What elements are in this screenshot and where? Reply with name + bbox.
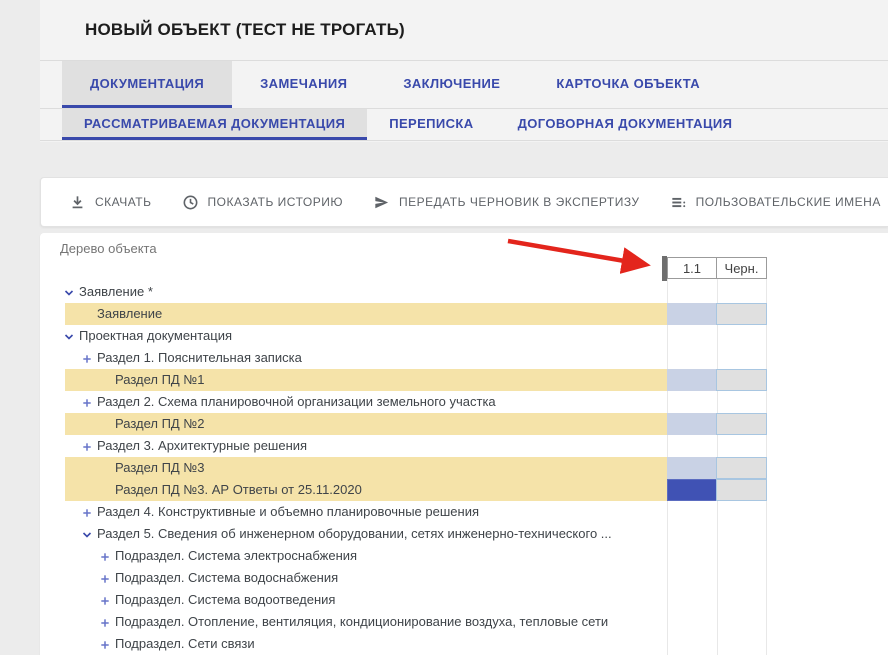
plus-icon[interactable] bbox=[81, 396, 93, 408]
tree-panel: Дерево объекта Заявление *ЗаявлениеПроек… bbox=[40, 233, 888, 655]
tree-row[interactable]: Раздел 1. Пояснительная записка bbox=[40, 347, 888, 369]
column-header[interactable]: Черн. bbox=[716, 257, 767, 279]
toolbar-button-label: ПОЛЬЗОВАТЕЛЬСКИЕ ИМЕНА bbox=[696, 195, 881, 209]
tree-row[interactable]: Заявление bbox=[40, 303, 888, 325]
draft-cell[interactable] bbox=[716, 479, 767, 501]
toolbar-button-label: ПОКАЗАТЬ ИСТОРИЮ bbox=[208, 195, 343, 209]
plus-icon[interactable] bbox=[99, 638, 111, 650]
object-header: НОВЫЙ ОБЪЕКТ (ТЕСТ НЕ ТРОГАТЬ) ДОКУМЕНТА… bbox=[40, 0, 888, 142]
tree-row-label: Подраздел. Система водоснабжения bbox=[115, 567, 338, 589]
send-icon bbox=[373, 194, 390, 211]
submit-draft-button[interactable]: ПЕРЕДАТЬ ЧЕРНОВИК В ЭКСПЕРТИЗУ bbox=[373, 194, 640, 211]
tree-row-label: Раздел 1. Пояснительная записка bbox=[97, 347, 302, 369]
tab-documentation[interactable]: ДОКУМЕНТАЦИЯ bbox=[62, 61, 232, 108]
tree-row-label: Раздел 4. Конструктивные и объемно плани… bbox=[97, 501, 479, 523]
version-cell[interactable] bbox=[667, 369, 717, 391]
tree-row-label: Заявление bbox=[97, 303, 162, 325]
tree-row[interactable]: Подраздел. Система водоснабжения bbox=[40, 567, 888, 589]
tab-contract-documentation[interactable]: ДОГОВОРНАЯ ДОКУМЕНТАЦИЯ bbox=[496, 109, 755, 140]
tree-row[interactable]: Раздел 4. Конструктивные и объемно плани… bbox=[40, 501, 888, 523]
tree-row[interactable]: Раздел 3. Архитектурные решения bbox=[40, 435, 888, 457]
plus-icon[interactable] bbox=[99, 594, 111, 606]
plus-icon[interactable] bbox=[99, 616, 111, 628]
column-header[interactable]: 1.1 bbox=[667, 257, 717, 279]
tree-row[interactable]: Подраздел. Система водоотведения bbox=[40, 589, 888, 611]
plus-icon[interactable] bbox=[99, 550, 111, 562]
tab-object-card[interactable]: КАРТОЧКА ОБЪЕКТА bbox=[528, 61, 728, 108]
title-row: НОВЫЙ ОБЪЕКТ (ТЕСТ НЕ ТРОГАТЬ) bbox=[40, 0, 888, 61]
tree-row-label: Раздел ПД №3 bbox=[115, 457, 205, 479]
tab-correspondence[interactable]: ПЕРЕПИСКА bbox=[367, 109, 495, 140]
tree-row[interactable]: Подраздел. Сети связи bbox=[40, 633, 888, 655]
tree-row-label: Раздел 3. Архитектурные решения bbox=[97, 435, 307, 457]
primary-tabs: ДОКУМЕНТАЦИЯЗАМЕЧАНИЯЗАКЛЮЧЕНИЕКАРТОЧКА … bbox=[40, 61, 888, 109]
tree-row[interactable]: Подраздел. Система электроснабжения bbox=[40, 545, 888, 567]
plus-icon[interactable] bbox=[99, 572, 111, 584]
tree-row[interactable]: Проектная документация bbox=[40, 325, 888, 347]
tree-row-label: Подраздел. Система водоотведения bbox=[115, 589, 335, 611]
version-cell[interactable] bbox=[667, 413, 717, 435]
tree-row[interactable]: Заявление * bbox=[40, 281, 888, 303]
user-names-button[interactable]: ПОЛЬЗОВАТЕЛЬСКИЕ ИМЕНА bbox=[670, 194, 881, 211]
show-history-button[interactable]: ПОКАЗАТЬ ИСТОРИЮ bbox=[182, 194, 343, 211]
chevron-down-icon[interactable] bbox=[81, 528, 93, 540]
tree-row[interactable]: Раздел 2. Схема планировочной организаци… bbox=[40, 391, 888, 413]
document-toolbar: СКАЧАТЬ ПОКАЗАТЬ ИСТОРИЮ ПЕРЕДАТЬ ЧЕРНОВИК… bbox=[40, 177, 888, 227]
draft-cell[interactable] bbox=[716, 413, 767, 435]
app-root: НОВЫЙ ОБЪЕКТ (ТЕСТ НЕ ТРОГАТЬ) ДОКУМЕНТА… bbox=[0, 0, 888, 655]
tree-row[interactable]: Раздел ПД №1 bbox=[40, 369, 888, 391]
download-button[interactable]: СКАЧАТЬ bbox=[69, 194, 152, 211]
plus-icon[interactable] bbox=[81, 352, 93, 364]
version-cell[interactable] bbox=[667, 303, 717, 325]
tree-row-label: Раздел 5. Сведения об инженерном оборудо… bbox=[97, 523, 612, 545]
draft-cell[interactable] bbox=[716, 457, 767, 479]
tree-row-label: Подраздел. Отопление, вентиляция, кондиц… bbox=[115, 611, 608, 633]
tree-row-label: Подраздел. Система электроснабжения bbox=[115, 545, 357, 567]
tab-remarks[interactable]: ЗАМЕЧАНИЯ bbox=[232, 61, 375, 108]
draft-cell[interactable] bbox=[716, 369, 767, 391]
toolbar-button-label: ПЕРЕДАТЬ ЧЕРНОВИК В ЭКСПЕРТИЗУ bbox=[399, 195, 640, 209]
secondary-tabs: РАССМАТРИВАЕМАЯ ДОКУМЕНТАЦИЯПЕРЕПИСКАДОГ… bbox=[40, 109, 888, 141]
tab-reviewed-documentation[interactable]: РАССМАТРИВАЕМАЯ ДОКУМЕНТАЦИЯ bbox=[62, 109, 367, 140]
tree-panel-label: Дерево объекта bbox=[60, 241, 157, 256]
tab-conclusion[interactable]: ЗАКЛЮЧЕНИЕ bbox=[375, 61, 528, 108]
download-icon bbox=[69, 194, 86, 211]
version-cell[interactable] bbox=[667, 457, 717, 479]
history-clock-icon bbox=[182, 194, 199, 211]
chevron-down-icon[interactable] bbox=[63, 286, 75, 298]
page-title: НОВЫЙ ОБЪЕКТ (ТЕСТ НЕ ТРОГАТЬ) bbox=[85, 20, 405, 40]
tree-row[interactable]: Раздел 5. Сведения об инженерном оборудо… bbox=[40, 523, 888, 545]
tree-row-label: Раздел ПД №3. АР Ответы от 25.11.2020 bbox=[115, 479, 362, 501]
plus-icon[interactable] bbox=[81, 506, 93, 518]
tree-row-label: Проектная документация bbox=[79, 325, 232, 347]
tree-row[interactable]: Раздел ПД №3. АР Ответы от 25.11.2020 bbox=[40, 479, 888, 501]
tree-row-label: Раздел 2. Схема планировочной организаци… bbox=[97, 391, 496, 413]
chevron-down-icon[interactable] bbox=[63, 330, 75, 342]
tree-row[interactable]: Раздел ПД №3 bbox=[40, 457, 888, 479]
plus-icon[interactable] bbox=[81, 440, 93, 452]
list-names-icon bbox=[670, 194, 687, 211]
tree-row[interactable]: Подраздел. Отопление, вентиляция, кондиц… bbox=[40, 611, 888, 633]
tree-row[interactable]: Раздел ПД №2 bbox=[40, 413, 888, 435]
draft-cell[interactable] bbox=[716, 303, 767, 325]
tree-row-label: Подраздел. Сети связи bbox=[115, 633, 255, 655]
toolbar-button-label: СКАЧАТЬ bbox=[95, 195, 152, 209]
tree-row-label: Раздел ПД №1 bbox=[115, 369, 205, 391]
tree-row-label: Заявление * bbox=[79, 281, 153, 303]
tree-row-label: Раздел ПД №2 bbox=[115, 413, 205, 435]
version-cell[interactable] bbox=[667, 479, 717, 501]
